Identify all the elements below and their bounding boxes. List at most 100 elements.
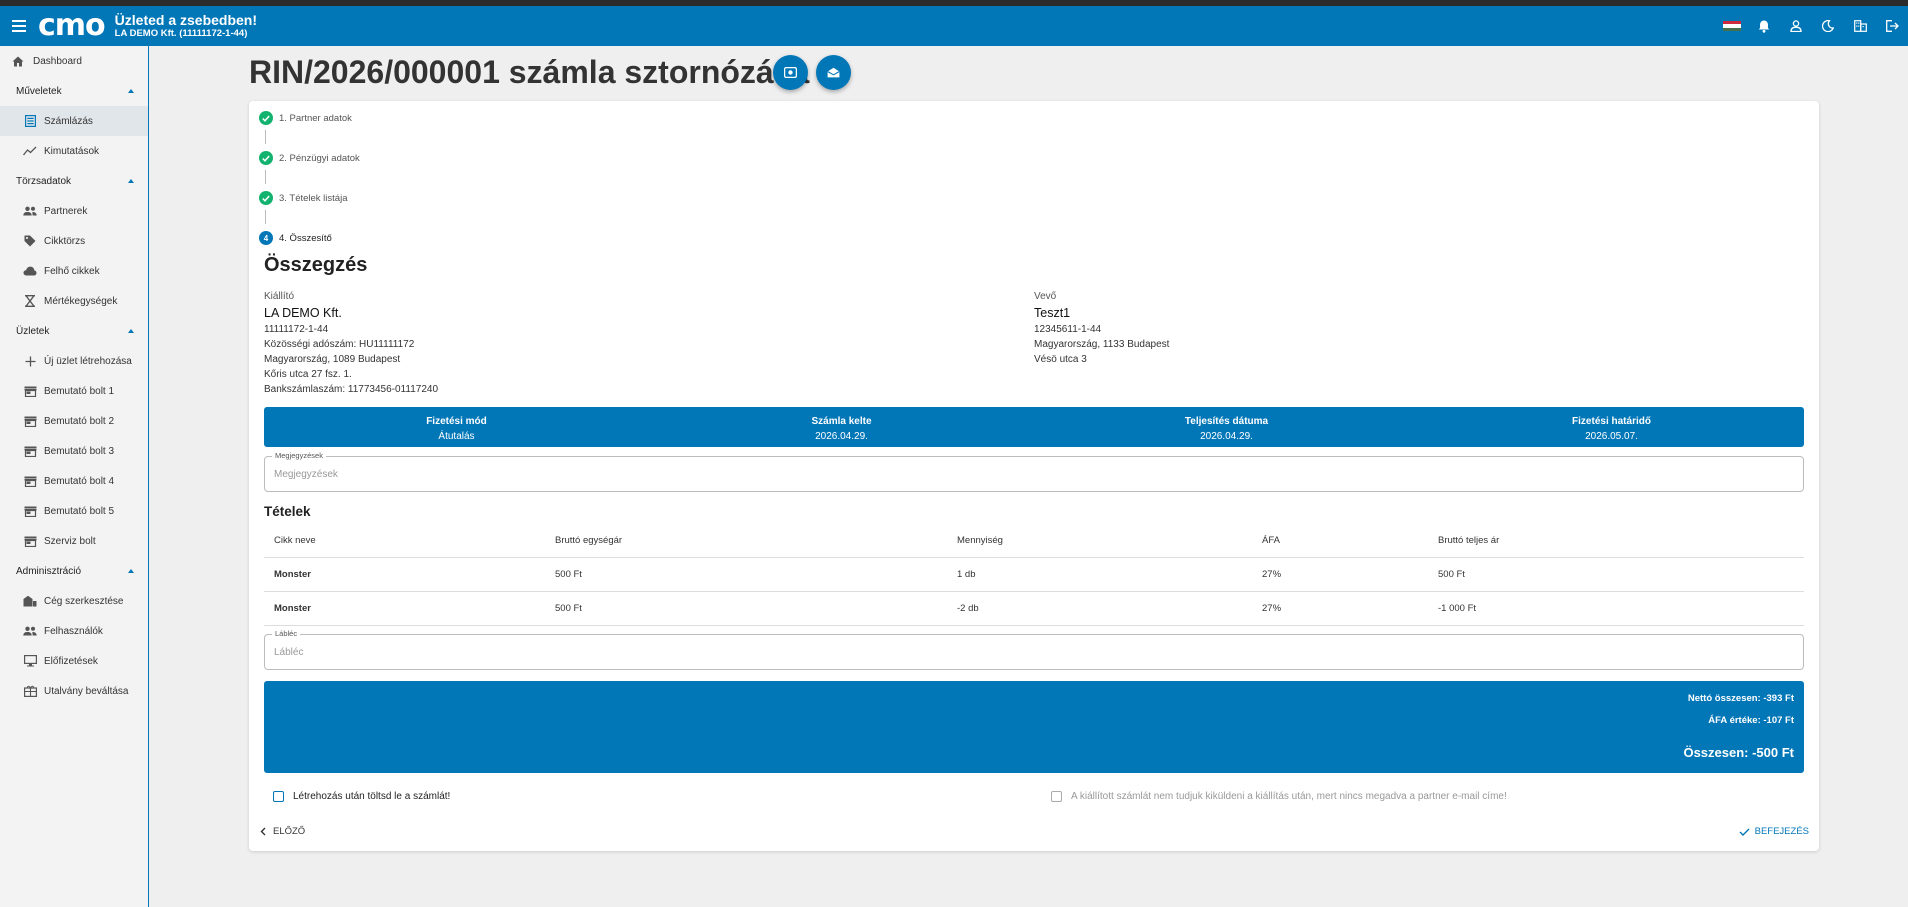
tag-icon	[22, 233, 38, 249]
user-icon[interactable]	[1780, 6, 1812, 46]
sidebar-group-muveletek[interactable]: Műveletek	[0, 76, 148, 106]
sidebar-item-label: Bemutató bolt 5	[44, 505, 115, 517]
info-value: 2026.04.29.	[1200, 431, 1253, 442]
sidebar-item-ceg-szerkesztese[interactable]: Cég szerkesztése	[0, 586, 148, 616]
vat-total: ÁFA értéke: -107 Ft	[1708, 715, 1794, 726]
totals-box: Nettó összesen: -393 Ft ÁFA értéke: -107…	[264, 681, 1804, 773]
sidebar-item-elofizetesek[interactable]: Előfizetések	[0, 646, 148, 676]
store-icon	[22, 473, 38, 489]
sidebar-item-mertekegysegek[interactable]: Mértékegységek	[0, 286, 148, 316]
language-flag-icon[interactable]	[1716, 6, 1748, 46]
email-checkbox-label: A kiállított számlát nem tudjuk kikülden…	[1071, 791, 1507, 802]
sidebar-item-bemutato-bolt-3[interactable]: Bemutató bolt 3	[0, 436, 148, 466]
step-item-list[interactable]: 3. Tételek listája	[259, 191, 347, 205]
quantity-cell: -2 db	[947, 591, 1252, 626]
sidebar-item-label: Új üzlet létrehozása	[44, 355, 132, 367]
logout-icon[interactable]	[1876, 6, 1908, 46]
gift-card-icon	[22, 683, 38, 699]
top-actions	[1716, 6, 1908, 46]
bell-icon[interactable]	[1748, 6, 1780, 46]
issuer-label: Kiállító	[264, 291, 295, 302]
sidebar-item-label: Bemutató bolt 3	[44, 445, 115, 457]
table-row: Monster 500 Ft 1 db 27% 500 Ft	[264, 557, 1804, 592]
gross-total-cell: 500 Ft	[1428, 557, 1804, 592]
sidebar-item-label: Bemutató bolt 4	[44, 475, 115, 487]
sidebar-item-uj-uzlet[interactable]: Új üzlet létrehozása	[0, 346, 148, 376]
menu-icon[interactable]	[12, 20, 32, 32]
sidebar-item-label: Cég szerkesztése	[44, 595, 124, 607]
people-icon	[22, 623, 38, 639]
finish-button[interactable]: BEFEJEZÉS	[1739, 826, 1809, 837]
issuer-block: Kiállító LA DEMO Kft. 11111172-1-44 Közö…	[264, 289, 438, 397]
issuer-city: Magyarország, 1089 Budapest	[264, 354, 401, 365]
sidebar-item-label: Utalvány beváltása	[44, 685, 129, 697]
info-label: Teljesítés dátuma	[1184, 416, 1269, 427]
sidebar-item-felhasznalok[interactable]: Felhasználók	[0, 616, 148, 646]
previous-button-label: ELŐZŐ	[273, 826, 306, 837]
trend-chart-icon	[22, 143, 38, 159]
net-total: Nettó összesen: -393 Ft	[1687, 693, 1794, 704]
payment-deadline: Fizetési határidő 2026.05.07.	[1419, 407, 1804, 447]
previous-button[interactable]: ELŐZŐ	[260, 826, 305, 837]
step-partner-data[interactable]: 1. Partner adatok	[259, 111, 352, 125]
preview-icon	[784, 67, 797, 78]
sidebar-item-label: Bemutató bolt 2	[44, 415, 115, 427]
vat-cell: 27%	[1252, 591, 1428, 626]
send-email-button[interactable]	[816, 55, 851, 90]
sidebar-group-torzsadatok[interactable]: Törzsadatok	[0, 166, 148, 196]
sidebar-group-adminisztracio[interactable]: Adminisztráció	[0, 556, 148, 586]
sidebar-item-label: Partnerek	[44, 205, 88, 217]
collapse-caret-icon	[128, 89, 134, 93]
dark-mode-moon-icon[interactable]	[1812, 6, 1844, 46]
issuer-tax-number: 11111172-1-44	[264, 324, 329, 335]
logo[interactable]: cmo	[38, 6, 106, 46]
column-header: Mennyiség	[947, 524, 1252, 558]
sidebar-item-kimutatasok[interactable]: Kimutatások	[0, 136, 148, 166]
sidebar-item-bemutato-bolt-5[interactable]: Bemutató bolt 5	[0, 496, 148, 526]
sidebar-item-utalvany-bevaltasa[interactable]: Utalvány beváltása	[0, 676, 148, 706]
payment-method: Fizetési mód Átutalás	[264, 407, 649, 447]
sidebar-item-felho-cikkek[interactable]: Felhő cikkek	[0, 256, 148, 286]
brand-text: Üzleted a zsebedben! LA DEMO Kft. (11111…	[115, 12, 257, 39]
sidebar-item-bemutato-bolt-1[interactable]: Bemutató bolt 1	[0, 376, 148, 406]
building-edit-icon	[22, 593, 38, 609]
quantity-cell: 1 db	[947, 557, 1252, 592]
vat-cell: 27%	[1252, 557, 1428, 592]
collapse-caret-icon	[128, 179, 134, 183]
store-icon	[22, 503, 38, 519]
sidebar-item-dashboard[interactable]: Dashboard	[0, 46, 148, 76]
step-financial-data[interactable]: 2. Pénzügyi adatok	[259, 151, 360, 165]
chevron-left-icon	[260, 827, 266, 836]
items-title: Tételek	[264, 504, 311, 519]
plus-icon	[22, 353, 38, 369]
step-label: 3. Tételek listája	[279, 192, 348, 204]
store-icon	[22, 443, 38, 459]
step-label: 2. Pénzügyi adatok	[279, 152, 360, 164]
notes-label: Megjegyzések	[272, 451, 326, 460]
invoice-info-bar: Fizetési mód Átutalás Számla kelte 2026.…	[264, 407, 1804, 447]
preview-invoice-button[interactable]	[773, 55, 808, 90]
buyer-street: Vésö utca 3	[1034, 354, 1087, 365]
step-summary[interactable]: 4 4. Összesítő	[259, 231, 332, 245]
check-icon	[1739, 828, 1750, 836]
collapse-caret-icon	[128, 329, 134, 333]
notes-input[interactable]	[274, 466, 1774, 482]
buyer-tax-number: 12345611-1-44	[1034, 324, 1102, 335]
sidebar-item-bemutato-bolt-4[interactable]: Bemutató bolt 4	[0, 466, 148, 496]
step-number: 4	[259, 231, 273, 245]
email-icon	[827, 67, 840, 78]
company-building-icon[interactable]	[1844, 6, 1876, 46]
sidebar-item-szamlazas[interactable]: Számlázás	[0, 106, 148, 136]
sidebar-item-cikktorzs[interactable]: Cikktörzs	[0, 226, 148, 256]
step-connector	[265, 130, 266, 144]
sidebar-item-szerviz-bolt[interactable]: Szerviz bolt	[0, 526, 148, 556]
sidebar-group-uzletek[interactable]: Üzletek	[0, 316, 148, 346]
sidebar-item-bemutato-bolt-2[interactable]: Bemutató bolt 2	[0, 406, 148, 436]
sidebar-item-label: Bemutató bolt 1	[44, 385, 115, 397]
download-checkbox[interactable]	[273, 791, 284, 802]
info-value: Átutalás	[438, 431, 475, 442]
footer-input[interactable]	[274, 644, 1774, 660]
sidebar-item-partnerek[interactable]: Partnerek	[0, 196, 148, 226]
home-icon	[10, 53, 26, 69]
download-invoice-option[interactable]: Létrehozás után töltsd le a számlát!	[273, 791, 450, 802]
